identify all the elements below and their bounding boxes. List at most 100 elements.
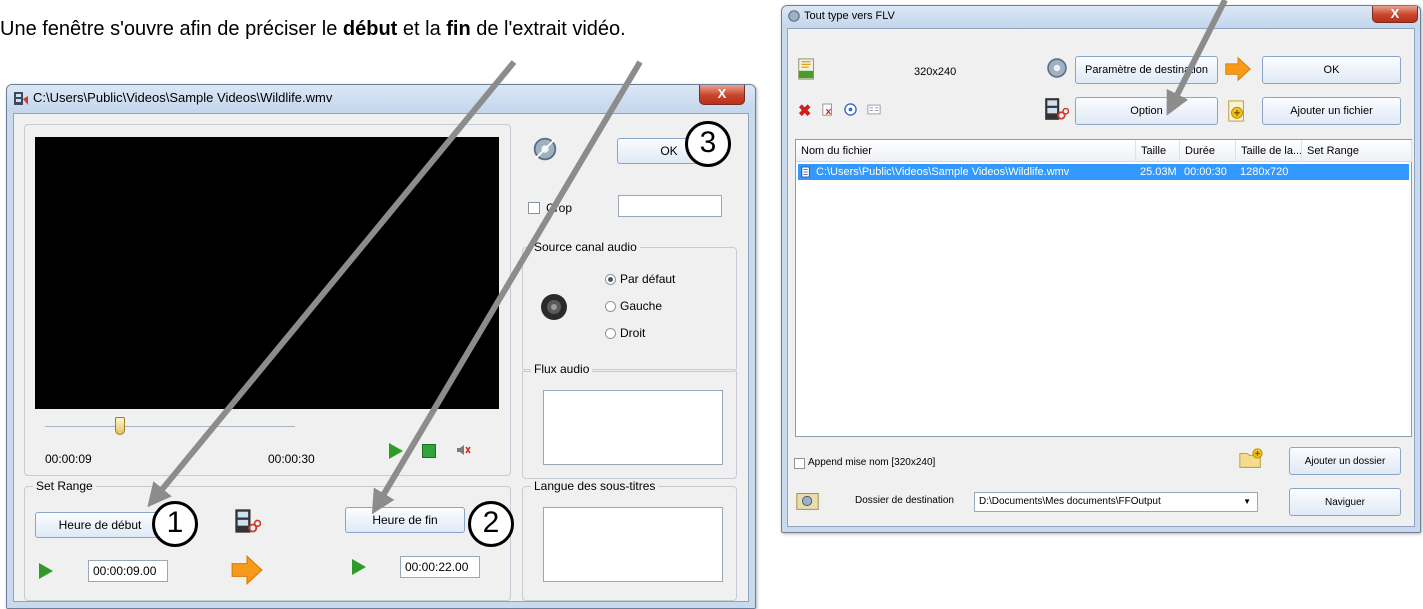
video-panel: 00:00:09 00:00:30 [24,124,511,476]
stop-icon[interactable] [422,444,436,458]
file-duration: 00:00:30 [1184,166,1227,178]
column-header-dimensions[interactable]: Taille de la... [1236,140,1302,162]
audio-right-option[interactable]: Droit [605,326,645,342]
film-cut-icon [1045,98,1069,120]
converter-window-title: Tout type vers FLV [804,10,895,22]
info-icon[interactable] [844,103,857,116]
film-cut-icon [235,509,261,533]
close-button[interactable]: X [699,85,745,105]
file-range [1302,164,1402,180]
column-header-name[interactable]: Nom du fichier [796,140,1136,162]
column-header-range[interactable]: Set Range [1302,140,1412,162]
intro-part: Une fenêtre s'ouvre afin de préciser le [0,18,343,40]
dest-param-button[interactable]: Paramètre de destination [1075,56,1218,84]
settings-gear-icon [1047,58,1067,78]
audio-left-option[interactable]: Gauche [605,299,662,315]
converter-window-titlebar: Tout type vers FLV [782,6,1420,28]
file-icon [801,166,810,178]
append-name-checkbox[interactable] [794,458,805,469]
intro-bold-start: début [342,18,398,40]
converter-window-body: 320x240 Paramètre de destination OK ✖ Op… [787,28,1415,527]
ok-button[interactable]: OK [1262,56,1401,84]
settings-gear-icon [533,137,557,161]
step-badge-1: 1 [152,501,198,547]
radio-icon [605,274,616,286]
option-label: Droit [620,326,646,340]
delete-icon[interactable]: ✖ [798,101,811,121]
column-header-size[interactable]: Taille [1136,140,1180,162]
converter-window: Tout type vers FLV X 320x240 Paramètre d… [781,5,1421,533]
start-time-field[interactable]: 00:00:09.00 [88,560,168,582]
audio-stream-group: Flux audio [522,362,737,479]
play-icon[interactable] [389,443,403,459]
chevron-down-icon: ▼ [1243,497,1251,506]
file-dimensions: 1280x720 [1240,166,1289,178]
subtitle-list[interactable] [543,507,723,582]
file-name: C:\Users\Public\Videos\Sample Videos\Wil… [816,166,1070,178]
column-header-duration[interactable]: Durée [1180,140,1236,162]
resolution-label: 320x240 [914,66,957,78]
start-time-button[interactable]: Heure de début [35,512,165,538]
remove-file-icon[interactable] [822,103,834,117]
dest-folder-value: D:\Documents\Mes documents\FFOutput [979,496,1161,507]
file-size: 25.03M [1140,166,1177,178]
step-badge-2: 2 [468,501,514,547]
radio-icon [605,301,616,313]
play-end-icon[interactable] [352,559,366,575]
end-time-button[interactable]: Heure de fin [345,507,465,533]
add-folder-button[interactable]: Ajouter un dossier [1289,447,1401,475]
close-icon: X [717,86,727,101]
end-time-field[interactable]: 00:00:22.00 [400,556,480,578]
mute-icon[interactable] [455,442,471,458]
subtitle-group: Langue des sous-titres [522,479,737,601]
file-row[interactable]: C:\Users\Public\Videos\Sample Videos\Wil… [798,164,1409,180]
range-window-title: C:\Users\Public\Videos\Sample Videos\Wil… [33,90,333,105]
intro-part: et la [397,18,447,40]
option-label: Par défaut [620,272,676,286]
file-list[interactable]: Nom du fichier Taille Durée Taille de la… [795,139,1412,437]
play-start-icon[interactable] [39,563,53,579]
audio-source-label: Source canal audio [531,240,640,254]
subtitle-label: Langue des sous-titres [531,479,659,493]
step-badge-3: 3 [685,121,731,167]
orange-arrow-icon [1225,56,1251,82]
current-time: 00:00:09 [45,452,92,466]
audio-stream-list[interactable] [543,390,723,465]
append-name-label: Append mise nom [320x240] [808,457,936,468]
crop-checkbox[interactable] [528,202,540,214]
seek-track[interactable] [45,426,295,427]
intro-bold-end: fin [446,18,471,40]
video-preview [35,137,499,409]
close-icon: X [1390,6,1400,21]
audio-source-group: Source canal audio Par défaut Gauche Dro… [522,240,737,372]
browse-button[interactable]: Naviguer [1289,488,1401,516]
crop-field[interactable] [618,195,722,217]
intro-part: de l'extrait vidéo. [470,18,626,40]
dest-folder-select[interactable]: D:\Documents\Mes documents\FFOutput ▼ [974,492,1258,512]
radio-icon [605,328,616,340]
range-window-titlebar: C:\Users\Public\Videos\Sample Videos\Wil… [7,85,755,113]
folder-icon[interactable] [795,489,821,513]
app-icon [788,10,800,22]
option-label: Gauche [620,299,663,313]
audio-default-option[interactable]: Par défaut [605,272,675,288]
set-range-label: Set Range [33,479,96,493]
audio-stream-label: Flux audio [531,362,593,376]
option-button[interactable]: Option [1075,97,1218,125]
add-file-button[interactable]: Ajouter un fichier [1262,97,1401,125]
video-file-icon [14,92,28,105]
range-window-body: 00:00:09 00:00:30 Set Range Heure de déb… [13,113,749,602]
orange-arrow-icon [231,555,263,585]
speaker-icon [541,294,567,320]
set-range-group: Set Range Heure de début Heure de fin 00… [24,479,511,601]
file-list-header: Nom du fichier Taille Durée Taille de la… [796,140,1412,162]
close-button[interactable]: X [1372,6,1418,23]
intro-text: Une fenêtre s'ouvre afin de préciser le … [0,16,790,42]
folder-add-icon [1239,448,1263,468]
crop-label: Crop [546,201,573,215]
seek-thumb[interactable] [115,417,125,435]
properties-icon[interactable] [867,104,881,115]
total-time: 00:00:30 [268,452,315,466]
range-window: C:\Users\Public\Videos\Sample Videos\Wil… [6,84,756,609]
dest-folder-label: Dossier de destination [855,495,954,506]
